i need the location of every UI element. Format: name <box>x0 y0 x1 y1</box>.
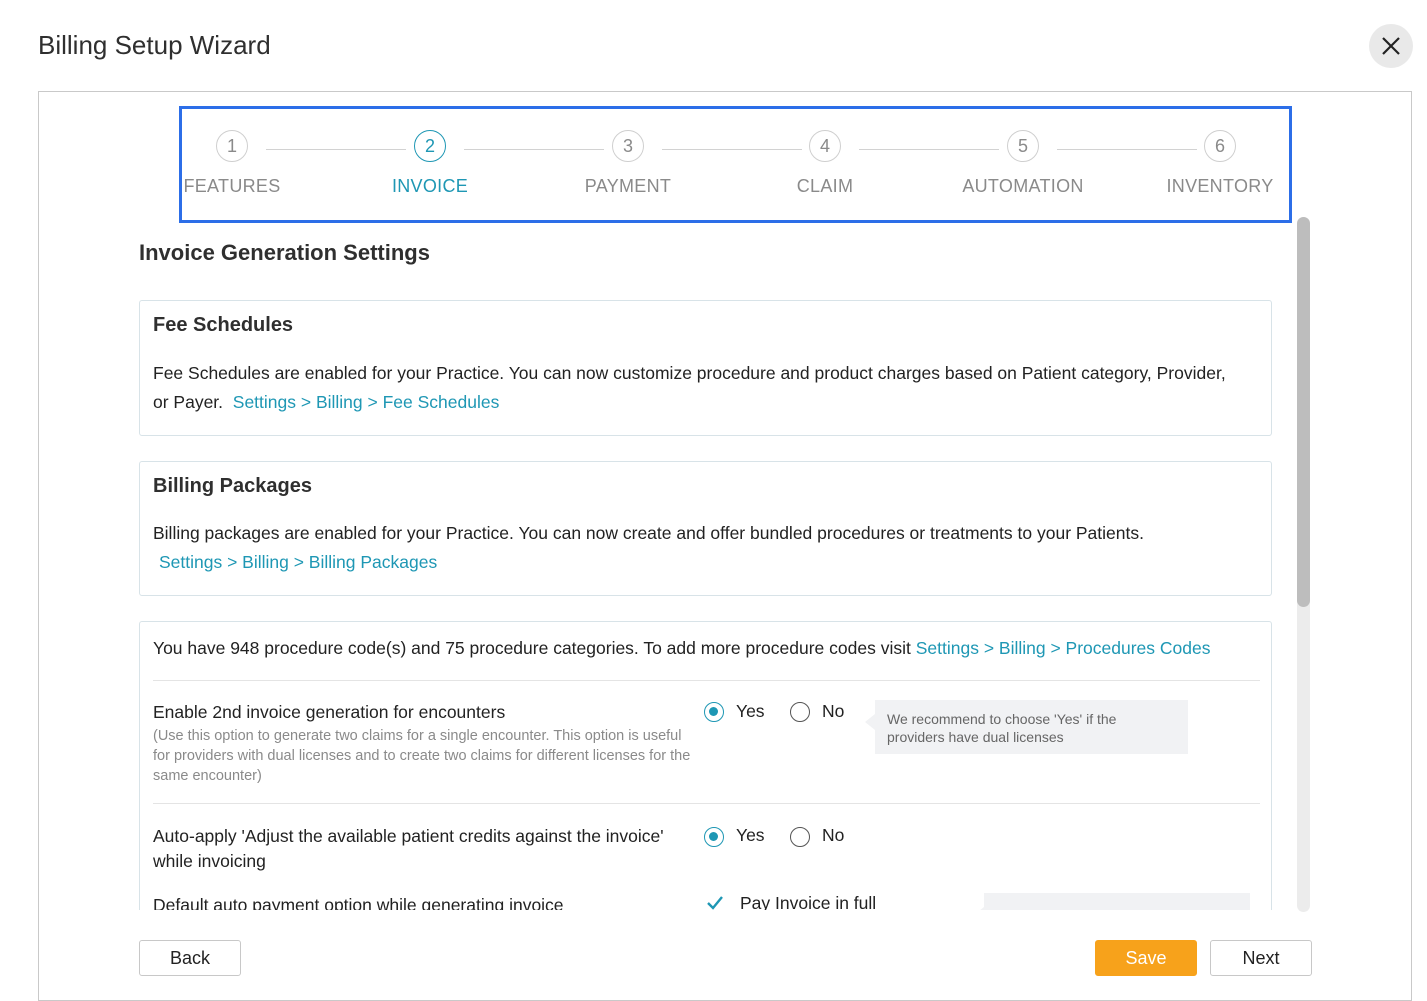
step-number: 3 <box>612 130 644 162</box>
second-invoice-label: Enable 2nd invoice generation for encoun… <box>153 702 506 722</box>
step-label: FEATURES <box>183 176 281 196</box>
scrollbar-thumb[interactable] <box>1297 217 1310 607</box>
divider <box>153 803 1260 804</box>
step-number: 5 <box>1007 130 1039 162</box>
back-button[interactable]: Back <box>139 940 241 976</box>
auto-apply-label: Auto-apply 'Adjust the available patient… <box>153 826 664 871</box>
step-number: 6 <box>1204 130 1236 162</box>
card-title: Fee Schedules <box>153 314 294 336</box>
billing-packages-text: Billing packages are enabled for your Pr… <box>153 523 1144 543</box>
radio-label-no: No <box>822 701 845 721</box>
pay-in-full-label: Pay Invoice in full <box>740 893 877 910</box>
next-button[interactable]: Next <box>1210 940 1312 976</box>
second-invoice-help: (Use this option to generate two claims … <box>153 728 691 784</box>
step-label: CLAIM <box>796 176 854 196</box>
step-invoice[interactable]: 2 INVOICE <box>350 130 510 197</box>
save-button[interactable]: Save <box>1095 940 1197 976</box>
second-invoice-yes-radio[interactable] <box>704 702 724 722</box>
fee-schedules-link[interactable]: Settings > Billing > Fee Schedules <box>233 392 500 412</box>
card-text: Fee Schedules are enabled for your Pract… <box>153 359 1233 417</box>
radio-label-yes: Yes <box>736 825 765 845</box>
invoice-options-card: You have 948 procedure code(s) and 75 pr… <box>139 621 1272 910</box>
step-number: 4 <box>809 130 841 162</box>
default-payment-tip <box>974 893 1250 910</box>
step-label: AUTOMATION <box>962 176 1084 196</box>
settings-content: Invoice Generation Settings Fee Schedule… <box>139 215 1274 910</box>
default-payment-label: Default auto payment option while genera… <box>153 895 564 910</box>
step-number: 1 <box>216 130 248 162</box>
billing-packages-link[interactable]: Settings > Billing > Billing Packages <box>159 552 437 572</box>
close-button[interactable] <box>1369 24 1413 68</box>
auto-apply-yes-radio[interactable] <box>704 827 724 847</box>
close-icon <box>1382 37 1400 55</box>
billing-packages-card: Billing Packages Billing packages are en… <box>139 461 1272 596</box>
step-automation[interactable]: 5 AUTOMATION <box>943 130 1103 197</box>
step-label: INVENTORY <box>1166 176 1274 196</box>
radio-label-yes: Yes <box>736 701 765 721</box>
card-title: Billing Packages <box>153 475 312 497</box>
step-label: INVOICE <box>391 176 469 196</box>
section-heading: Invoice Generation Settings <box>139 240 430 265</box>
wizard-stepper: 1 FEATURES 2 INVOICE 3 PAYMENT 4 CLAIM 5… <box>179 106 1292 223</box>
step-inventory[interactable]: 6 INVENTORY <box>1140 130 1300 197</box>
procedures-text-line: You have 948 procedure code(s) and 75 pr… <box>153 634 1263 663</box>
radio-label-no: No <box>822 825 845 845</box>
procedures-codes-link[interactable]: Settings > Billing > Procedures Codes <box>916 638 1211 658</box>
pay-in-full-checkbox[interactable] <box>706 894 724 910</box>
second-invoice-tip: We recommend to choose 'Yes' if the prov… <box>865 700 1188 754</box>
fee-schedules-card: Fee Schedules Fee Schedules are enabled … <box>139 300 1272 436</box>
second-invoice-no-radio[interactable] <box>790 702 810 722</box>
divider <box>153 680 1260 681</box>
step-claim[interactable]: 4 CLAIM <box>745 130 905 197</box>
step-payment[interactable]: 3 PAYMENT <box>548 130 708 197</box>
card-text: Billing packages are enabled for your Pr… <box>153 519 1233 577</box>
window-title: Billing Setup Wizard <box>38 30 271 60</box>
step-number: 2 <box>414 130 446 162</box>
procedures-text: You have 948 procedure code(s) and 75 pr… <box>153 638 911 658</box>
step-features[interactable]: 1 FEATURES <box>152 130 312 197</box>
auto-apply-no-radio[interactable] <box>790 827 810 847</box>
step-label: PAYMENT <box>584 176 672 196</box>
